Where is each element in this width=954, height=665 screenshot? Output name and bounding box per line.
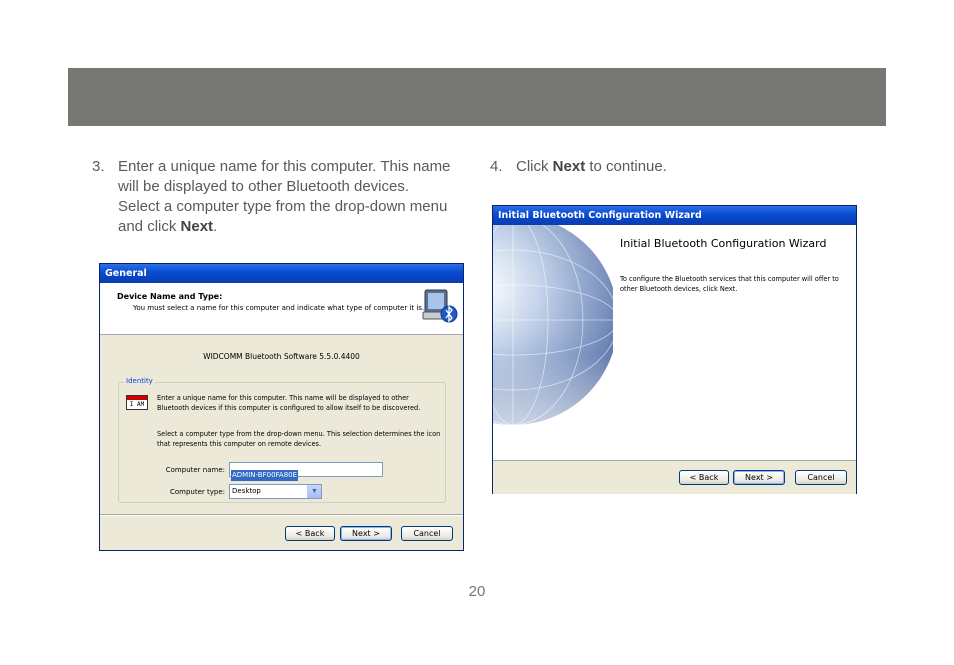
step-text: Click Next to continue. <box>516 157 667 177</box>
step-text-before: Enter a unique name for this computer. T… <box>118 158 451 235</box>
computer-type-select[interactable]: Desktop ▼ <box>229 484 322 499</box>
computer-name-value: ADMIN-BF00FA80E <box>231 470 299 481</box>
software-version: WIDCOMM Bluetooth Software 5.5.0.4400 <box>203 352 360 361</box>
name-badge-icon: I AM <box>126 395 148 410</box>
back-button[interactable]: < Back <box>285 526 335 541</box>
badge-text: I AM <box>129 401 145 408</box>
computer-name-label: Computer name: <box>165 466 225 474</box>
computer-type-label: Computer type: <box>169 488 225 496</box>
dialog-banner: Device Name and Type: You must select a … <box>100 283 463 335</box>
wizard-body: To configure the Bluetooth services that… <box>620 275 839 293</box>
step-text-after: to continue. <box>585 158 667 175</box>
bluetooth-device-icon <box>422 289 458 323</box>
computer-name-input[interactable]: ADMIN-BF00FA80E <box>229 462 383 481</box>
next-button[interactable]: Next > <box>733 470 785 485</box>
general-dialog: General Device Name and Type: You must s… <box>99 263 464 551</box>
step-number: 3. <box>92 158 105 175</box>
step-number: 4. <box>490 158 503 175</box>
divider <box>100 514 463 516</box>
header-bar <box>68 68 886 126</box>
step-text-before: Click <box>516 158 553 175</box>
cancel-button[interactable]: Cancel <box>795 470 847 485</box>
computer-type-value: Desktop <box>232 487 261 495</box>
step-bold: Next <box>180 218 214 235</box>
cancel-button[interactable]: Cancel <box>401 526 453 541</box>
dialog-title: General <box>100 264 463 283</box>
next-button[interactable]: Next > <box>340 526 392 541</box>
wizard-dialog: Initial Bluetooth Configuration Wizard I… <box>492 205 857 494</box>
chevron-down-icon[interactable]: ▼ <box>307 485 321 498</box>
type-paragraph: Select a computer type from the drop-dow… <box>157 430 441 448</box>
back-button[interactable]: < Back <box>679 470 729 485</box>
step-text: Enter a unique name for this computer. T… <box>118 157 452 237</box>
wizard-heading: Initial Bluetooth Configuration Wizard <box>620 237 827 250</box>
step-bold: Next <box>552 158 586 175</box>
dialog-title: Initial Bluetooth Configuration Wizard <box>493 206 856 225</box>
wizard-footer: < Back Next > Cancel <box>493 460 856 494</box>
globe-graphic-icon <box>493 225 613 461</box>
banner-title: Device Name and Type: <box>117 292 223 301</box>
identity-group: Identity I AM Enter a unique name for th… <box>118 377 446 503</box>
group-label: Identity <box>124 377 155 385</box>
identity-paragraph: Enter a unique name for this computer. T… <box>157 394 421 412</box>
step-text-after: . <box>213 218 218 235</box>
banner-subtitle: You must select a name for this computer… <box>133 304 425 312</box>
page-number: 20 <box>468 583 486 600</box>
